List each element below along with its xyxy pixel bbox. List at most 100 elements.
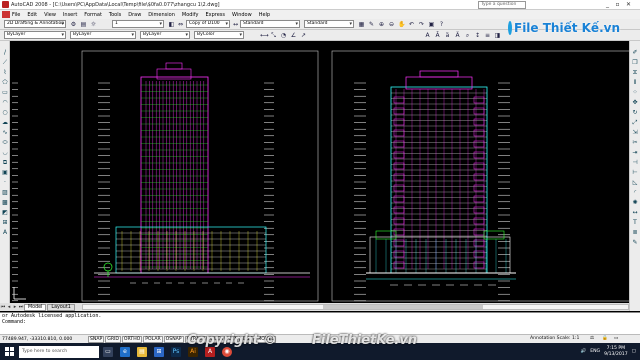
- revcloud-icon[interactable]: ☁: [1, 119, 9, 126]
- bulb-icon[interactable]: ☼: [90, 21, 97, 28]
- region-icon[interactable]: ◩: [1, 209, 9, 216]
- menu-draw[interactable]: Draw: [128, 12, 141, 18]
- menu-tools[interactable]: Tools: [109, 12, 121, 18]
- coordinate-readout[interactable]: 77489.947, -33310.810, 0.000: [0, 337, 88, 342]
- language-indicator[interactable]: ENG: [590, 349, 600, 354]
- erase-icon[interactable]: ✐: [631, 49, 639, 56]
- extend-icon[interactable]: ⇥: [631, 149, 639, 156]
- calculator-icon[interactable]: ▣: [428, 21, 435, 28]
- hatch-icon[interactable]: ▨: [1, 189, 9, 196]
- line-icon[interactable]: /: [1, 49, 9, 56]
- tablestyle-dropdown[interactable]: Standard: [304, 20, 354, 28]
- taskbar-app-explorer[interactable]: ▤: [134, 343, 150, 360]
- snap-toggle[interactable]: SNAP: [88, 335, 105, 343]
- dim-radius-icon[interactable]: ◔: [280, 32, 287, 39]
- mtext-icon[interactable]: Ā: [434, 32, 441, 39]
- insert-block-icon[interactable]: ⧉: [1, 159, 9, 166]
- dim-aligned-icon[interactable]: ⤡: [270, 32, 277, 39]
- close-button[interactable]: ✕: [624, 1, 633, 9]
- layer-previous-icon[interactable]: ◧: [168, 21, 175, 28]
- rectangle-icon[interactable]: ▭: [1, 89, 9, 96]
- zoom-window-icon[interactable]: ⊕: [378, 21, 385, 28]
- maximize-button[interactable]: ▫: [613, 1, 622, 9]
- mtext-tool-icon[interactable]: A: [1, 229, 9, 236]
- scale-icon[interactable]: ⤢: [631, 119, 639, 126]
- chamfer-icon[interactable]: ◺: [631, 179, 639, 186]
- minimize-button[interactable]: _: [603, 1, 612, 9]
- text-edit-icon[interactable]: ä: [444, 32, 451, 39]
- lock-icon[interactable]: 🔒: [602, 336, 608, 341]
- layer-dropdown[interactable]: ByLayer: [4, 31, 66, 39]
- drawing-area[interactable]: [10, 41, 629, 303]
- fillet-icon[interactable]: ◜: [631, 189, 639, 196]
- command-line[interactable]: or Autodesk licensed application. Comman…: [0, 312, 640, 334]
- textstyle-dropdown[interactable]: Standard: [240, 20, 300, 28]
- menu-insert[interactable]: Insert: [63, 12, 77, 18]
- dimstyle-icon[interactable]: ↔: [232, 21, 239, 28]
- spell-check-icon[interactable]: Ä: [454, 32, 461, 39]
- linetype-dropdown[interactable]: ByLayer: [140, 31, 190, 39]
- taskbar-search-input[interactable]: Type here to search: [19, 345, 99, 358]
- point-icon[interactable]: ·: [1, 179, 9, 186]
- help-icon[interactable]: ?: [438, 21, 445, 28]
- rotate-icon[interactable]: ↻: [631, 109, 639, 116]
- annotation-visibility-icon[interactable]: ⚖: [590, 336, 594, 341]
- start-button[interactable]: [0, 343, 18, 360]
- text-icon[interactable]: T: [631, 219, 639, 226]
- mirror-icon[interactable]: ⧖: [631, 69, 639, 76]
- polar-toggle[interactable]: POLAR: [143, 335, 163, 343]
- dimension-icon[interactable]: ↔: [631, 209, 639, 216]
- layer-manager-icon[interactable]: ▤: [80, 21, 87, 28]
- pencil-icon[interactable]: ✎: [631, 239, 639, 246]
- trim-icon[interactable]: ✂: [631, 139, 639, 146]
- taskbar-app-edge[interactable]: e: [117, 343, 133, 360]
- table-icon[interactable]: ⊞: [1, 219, 9, 226]
- stretch-icon[interactable]: ⇲: [631, 129, 639, 136]
- taskbar-app-photoshop[interactable]: Ps: [168, 343, 184, 360]
- menu-window[interactable]: Window: [232, 12, 252, 18]
- scale-text-icon[interactable]: ↕: [474, 32, 481, 39]
- ellipse-arc-icon[interactable]: ◡: [1, 149, 9, 156]
- find-text-icon[interactable]: ⌕: [464, 32, 471, 39]
- array-icon[interactable]: ⁘: [631, 89, 639, 96]
- spline-icon[interactable]: ∿: [1, 129, 9, 136]
- document-icon[interactable]: [2, 11, 10, 18]
- gradient-icon[interactable]: ▩: [1, 199, 9, 206]
- command-prompt[interactable]: Command:: [2, 319, 640, 325]
- horizontal-scrollbar[interactable]: [81, 304, 629, 310]
- join-icon[interactable]: ⊢: [631, 169, 639, 176]
- properties-icon[interactable]: ▦: [358, 21, 365, 28]
- move-icon[interactable]: ✥: [631, 99, 639, 106]
- scrollbar-thumb[interactable]: [322, 305, 483, 309]
- clean-screen-icon[interactable]: ▭: [614, 336, 618, 341]
- construction-line-icon[interactable]: ⟋: [1, 59, 9, 66]
- osnap-toggle[interactable]: OSNAP: [163, 335, 184, 343]
- lineweight-dropdown[interactable]: ByColor: [194, 31, 244, 39]
- menu-express[interactable]: Express: [205, 12, 225, 18]
- ellipse-icon[interactable]: ⬭: [1, 139, 9, 146]
- polyline-icon[interactable]: ⌇: [1, 69, 9, 76]
- menu-help[interactable]: Help: [259, 12, 270, 18]
- dim-linear-icon[interactable]: ⟷: [260, 32, 269, 39]
- matchprop-icon[interactable]: ✎: [368, 21, 375, 28]
- color-dropdown[interactable]: ByLayer: [70, 31, 136, 39]
- layer-match-icon[interactable]: ⇔: [177, 21, 184, 28]
- notification-icon[interactable]: ▢: [632, 349, 636, 354]
- dim-angular-icon[interactable]: ∠: [290, 32, 297, 39]
- polygon-icon[interactable]: ⬠: [1, 79, 9, 86]
- block-icon[interactable]: ◨: [494, 32, 501, 39]
- undo-icon[interactable]: ↶: [408, 21, 415, 28]
- dimstyle-dropdown[interactable]: Copy of D100: [186, 20, 230, 28]
- text-style-icon[interactable]: A: [424, 32, 431, 39]
- grid-toggle[interactable]: GRID: [105, 335, 121, 343]
- menu-format[interactable]: Format: [84, 12, 102, 18]
- menu-view[interactable]: View: [44, 12, 56, 18]
- copy-icon[interactable]: ❐: [631, 59, 639, 66]
- ortho-toggle[interactable]: ORTHO: [121, 335, 143, 343]
- layer-icon[interactable]: ≣: [631, 229, 639, 236]
- annotation-scale-value[interactable]: 1:1: [572, 336, 579, 341]
- make-block-icon[interactable]: ▣: [1, 169, 9, 176]
- menu-dimension[interactable]: Dimension: [148, 12, 175, 18]
- volume-icon[interactable]: 🔊: [580, 349, 586, 354]
- explode-icon[interactable]: ✺: [631, 199, 639, 206]
